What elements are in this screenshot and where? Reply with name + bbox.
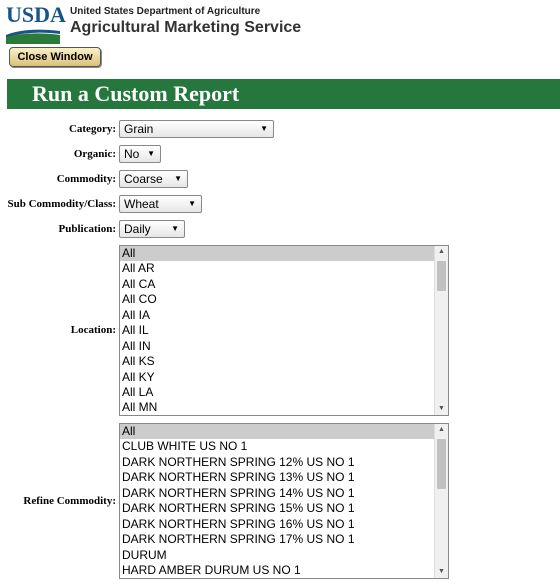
sub-commodity-value: Wheat bbox=[124, 197, 159, 211]
refine-commodity-scroll-thumb[interactable] bbox=[437, 439, 446, 489]
commodity-value: Coarse bbox=[124, 172, 163, 186]
refine-commodity-label: Refine Commodity: bbox=[23, 495, 116, 507]
refine-commodity-option[interactable]: DARK NORTHERN SPRING 16% US NO 1 bbox=[120, 517, 434, 532]
refine-commodity-option[interactable]: DARK NORTHERN SPRING 14% US NO 1 bbox=[120, 486, 434, 501]
refine-commodity-option[interactable]: DARK NORTHERN SPRING 13% US NO 1 bbox=[120, 470, 434, 485]
location-option[interactable]: All AR bbox=[120, 261, 434, 276]
category-label: Category: bbox=[68, 123, 116, 135]
location-scrollbar[interactable]: ▲ ▼ bbox=[434, 246, 448, 415]
chevron-down-icon: ▼ bbox=[188, 199, 196, 208]
location-option[interactable]: All CA bbox=[120, 277, 434, 292]
location-scroll-thumb[interactable] bbox=[437, 261, 446, 291]
chevron-down-icon: ▼ bbox=[147, 149, 155, 158]
category-value: Grain bbox=[124, 122, 154, 136]
refine-commodity-option[interactable]: DURUM bbox=[120, 548, 434, 563]
location-option[interactable]: All KS bbox=[120, 354, 434, 369]
usda-logo-text: USDA bbox=[6, 2, 66, 27]
page-title: Run a Custom Report bbox=[32, 81, 240, 106]
location-listbox[interactable]: All All AR All CA All CO All IA All IL A… bbox=[119, 245, 449, 416]
location-option[interactable]: All bbox=[120, 246, 434, 262]
refine-commodity-option[interactable]: HARD AMBER DURUM US NO 1 bbox=[120, 563, 434, 578]
publication-label: Publication: bbox=[58, 223, 116, 235]
location-option[interactable]: All IN bbox=[120, 339, 434, 354]
chevron-down-icon: ▼ bbox=[174, 174, 182, 183]
sub-commodity-select[interactable]: Wheat ▼ bbox=[119, 195, 202, 213]
refine-commodity-option[interactable]: DARK NORTHERN SPRING 15% US NO 1 bbox=[120, 501, 434, 516]
close-window-button[interactable]: Close Window bbox=[9, 47, 101, 67]
organic-label: Organic: bbox=[73, 148, 116, 160]
scroll-down-icon[interactable]: ▼ bbox=[435, 403, 448, 415]
commodity-select[interactable]: Coarse ▼ bbox=[119, 170, 188, 188]
usda-logo-hills-icon bbox=[6, 29, 60, 44]
publication-value: Daily bbox=[124, 222, 151, 236]
location-option[interactable]: All LA bbox=[120, 385, 434, 400]
location-option[interactable]: All MN bbox=[120, 400, 434, 415]
page-banner: Run a Custom Report bbox=[7, 79, 560, 109]
refine-commodity-option[interactable]: DARK NORTHERN SPRING 17% US NO 1 bbox=[120, 532, 434, 547]
department-name: United States Department of Agriculture bbox=[70, 6, 261, 17]
chevron-down-icon: ▼ bbox=[260, 124, 268, 133]
category-select[interactable]: Grain ▼ bbox=[119, 120, 274, 138]
refine-commodity-scrollbar[interactable]: ▲ ▼ bbox=[434, 424, 448, 578]
refine-commodity-listbox[interactable]: All CLUB WHITE US NO 1 DARK NORTHERN SPR… bbox=[119, 423, 449, 579]
agency-title: United States Department of Agriculture … bbox=[70, 6, 301, 37]
refine-commodity-option[interactable]: All bbox=[120, 424, 434, 440]
scroll-down-icon[interactable]: ▼ bbox=[435, 566, 448, 578]
refine-commodity-option[interactable]: CLUB WHITE US NO 1 bbox=[120, 439, 434, 454]
location-option[interactable]: All IA bbox=[120, 308, 434, 323]
location-option[interactable]: All CO bbox=[120, 292, 434, 307]
publication-select[interactable]: Daily ▼ bbox=[119, 220, 185, 238]
organic-select[interactable]: No ▼ bbox=[119, 145, 161, 163]
organic-value: No bbox=[124, 147, 140, 161]
sub-commodity-label: Sub Commodity/Class: bbox=[7, 198, 117, 210]
location-option[interactable]: All IL bbox=[120, 323, 434, 338]
location-option[interactable]: All KY bbox=[120, 370, 434, 385]
refine-commodity-option[interactable]: DARK NORTHERN SPRING 12% US NO 1 bbox=[120, 455, 434, 470]
chevron-down-icon: ▼ bbox=[171, 224, 179, 233]
scroll-up-icon[interactable]: ▲ bbox=[435, 246, 448, 258]
commodity-label: Commodity: bbox=[56, 173, 116, 185]
service-name: Agricultural Marketing Service bbox=[70, 19, 302, 36]
scroll-up-icon[interactable]: ▲ bbox=[435, 424, 448, 436]
location-label: Location: bbox=[70, 324, 116, 336]
